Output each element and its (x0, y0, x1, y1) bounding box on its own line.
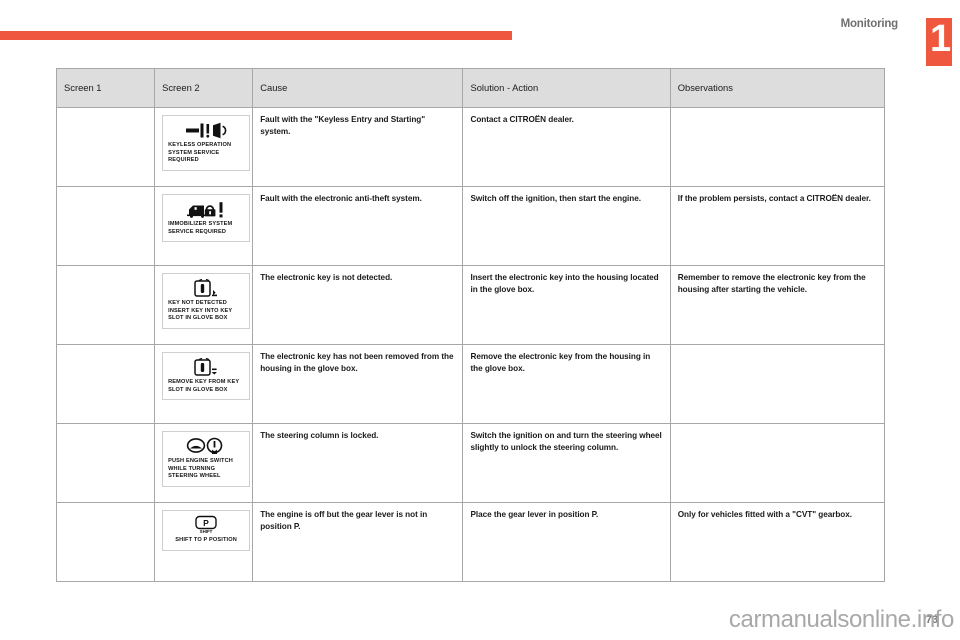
remove-key-icon (165, 357, 247, 377)
table-header-row: Screen 1 Screen 2 Cause Solution - Actio… (55, 68, 886, 108)
observations-cell (669, 107, 886, 187)
column-header-cause: Cause (252, 68, 464, 108)
solution-cell: Switch the ignition on and turn the stee… (462, 423, 671, 503)
observations-cell (669, 344, 886, 424)
column-header-solution-action: Solution - Action (462, 68, 671, 108)
fault-message-table: Screen 1 Screen 2 Cause Solution - Actio… (55, 68, 886, 582)
fault-message-table-wrapper: Screen 1 Screen 2 Cause Solution - Actio… (55, 68, 886, 582)
keyless-operation-icon (165, 120, 247, 140)
column-header-screen-2: Screen 2 (154, 68, 254, 108)
screen-2-cell: KEY NOT DETECTED INSERT KEY INTO KEY SLO… (154, 265, 254, 345)
table-body: KEYLESS OPERATION SYSTEM SERVICE REQUIRE… (55, 107, 886, 582)
shift-to-p-icon: P SHIFT (165, 515, 247, 535)
column-header-screen-1: Screen 1 (55, 68, 156, 108)
column-header-observations: Observations (669, 68, 886, 108)
svg-text:SHIFT: SHIFT (200, 529, 213, 534)
display-message-text: SHIFT TO P POSITION (175, 537, 237, 543)
cause-cell: The steering column is locked. (252, 423, 464, 503)
accent-rule (0, 31, 512, 40)
table-row: KEYLESS OPERATION SYSTEM SERVICE REQUIRE… (55, 107, 886, 187)
observations-cell (669, 423, 886, 503)
table-row: IMMOBILIZER SYSTEM SERVICE REQUIRED Faul… (55, 186, 886, 266)
display-message-box: P SHIFT SHIFT TO P POSITION (162, 510, 251, 551)
solution-cell: Contact a CITROËN dealer. (462, 107, 671, 187)
cause-cell: Fault with the "Keyless Entry and Starti… (252, 107, 464, 187)
screen-1-cell (55, 107, 156, 187)
solution-cell: Remove the electronic key from the housi… (462, 344, 671, 424)
screen-2-cell: IMMOBILIZER SYSTEM SERVICE REQUIRED (154, 186, 254, 266)
key-not-detected-icon (165, 278, 247, 298)
screen-2-cell: REMOVE KEY FROM KEY SLOT IN GLOVE BOX (154, 344, 254, 424)
table-row: P SHIFT SHIFT TO P POSITION The engine i… (55, 502, 886, 582)
display-message-text: KEY NOT DETECTED INSERT KEY INTO KEY SLO… (168, 300, 233, 322)
display-message-text: IMMOBILIZER SYSTEM SERVICE REQUIRED (168, 221, 233, 235)
observations-cell: Only for vehicles fitted with a "CVT" ge… (669, 502, 886, 582)
solution-cell: Place the gear lever in position P. (462, 502, 671, 582)
chapter-title: Monitoring (840, 18, 899, 30)
display-message-box: REMOVE KEY FROM KEY SLOT IN GLOVE BOX (162, 352, 251, 401)
display-message-box: KEYLESS OPERATION SYSTEM SERVICE REQUIRE… (162, 115, 251, 172)
table-header: Screen 1 Screen 2 Cause Solution - Actio… (55, 68, 886, 108)
screen-1-cell (55, 265, 156, 345)
page-header: Monitoring 1 (0, 0, 960, 66)
chapter-tab: 1 (926, 18, 952, 66)
observations-cell: Remember to remove the electronic key fr… (669, 265, 886, 345)
solution-cell: Switch off the ignition, then start the … (462, 186, 671, 266)
display-message-box: PUSH ENGINE SWITCH WHILE TURNING STEERIN… (162, 431, 251, 488)
table-row: REMOVE KEY FROM KEY SLOT IN GLOVE BOX Th… (55, 344, 886, 424)
screen-2-cell: KEYLESS OPERATION SYSTEM SERVICE REQUIRE… (154, 107, 254, 187)
observations-cell: If the problem persists, contact a CITRO… (669, 186, 886, 266)
screen-1-cell (55, 502, 156, 582)
display-message-box: IMMOBILIZER SYSTEM SERVICE REQUIRED (162, 194, 251, 243)
table-row: PUSH ENGINE SWITCH WHILE TURNING STEERIN… (55, 423, 886, 503)
screen-2-cell: PUSH ENGINE SWITCH WHILE TURNING STEERIN… (154, 423, 254, 503)
chapter-number: 1 (930, 18, 952, 60)
solution-cell: Insert the electronic key into the housi… (462, 265, 671, 345)
display-message-text: PUSH ENGINE SWITCH WHILE TURNING STEERIN… (168, 458, 233, 480)
screen-1-cell (55, 186, 156, 266)
svg-text:P: P (203, 518, 209, 528)
display-message-text: REMOVE KEY FROM KEY SLOT IN GLOVE BOX (168, 379, 240, 393)
display-message-text: KEYLESS OPERATION SYSTEM SERVICE REQUIRE… (168, 142, 232, 164)
screen-1-cell (55, 423, 156, 503)
table-row: KEY NOT DETECTED INSERT KEY INTO KEY SLO… (55, 265, 886, 345)
cause-cell: The engine is off but the gear lever is … (252, 502, 464, 582)
display-message-box: KEY NOT DETECTED INSERT KEY INTO KEY SLO… (162, 273, 251, 330)
cause-cell: The electronic key is not detected. (252, 265, 464, 345)
screen-2-cell: P SHIFT SHIFT TO P POSITION (154, 502, 254, 582)
push-engine-switch-icon (165, 436, 247, 456)
cause-cell: Fault with the electronic anti-theft sys… (252, 186, 464, 266)
screen-1-cell (55, 344, 156, 424)
cause-cell: The electronic key has not been removed … (252, 344, 464, 424)
site-watermark: carmanualsonline.info (728, 606, 954, 633)
immobilizer-icon (165, 199, 247, 219)
